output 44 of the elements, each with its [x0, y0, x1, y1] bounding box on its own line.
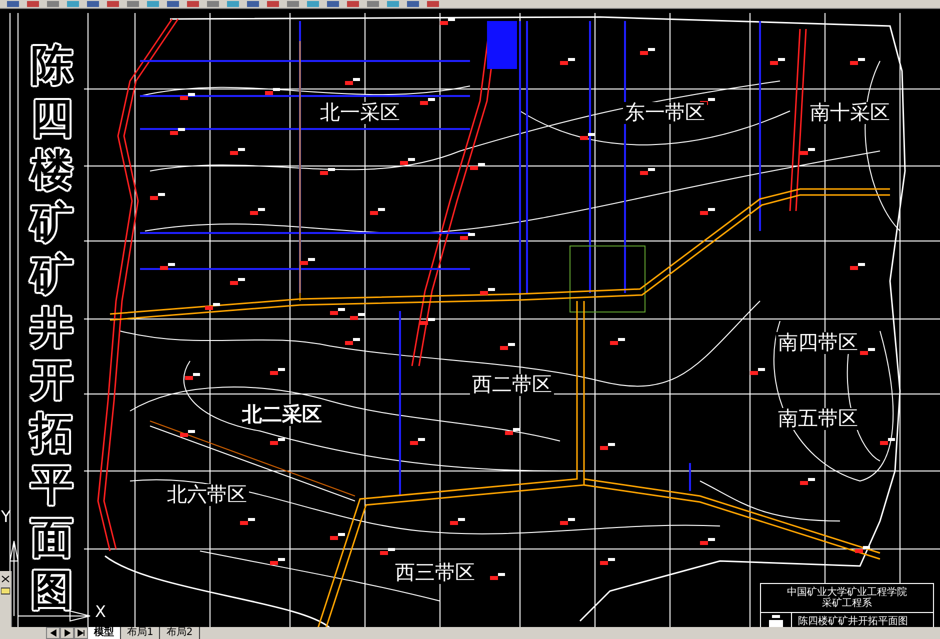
region-label: 南五带区	[776, 408, 860, 430]
toolbar-icon[interactable]	[86, 1, 100, 8]
school-name: 中国矿业大学矿业工程学院	[787, 587, 907, 598]
toolbar-icon[interactable]	[346, 1, 360, 8]
axis-label: X	[95, 604, 106, 620]
tab-scroll-button[interactable]	[60, 627, 74, 639]
region-label: 北一采区	[318, 102, 402, 124]
region-label: 南四带区	[776, 332, 860, 354]
toolbar-icon[interactable]	[406, 1, 420, 8]
layout-tab[interactable]: 模型	[88, 627, 121, 639]
toolbar-icon[interactable]	[306, 1, 320, 8]
toolbar-icon[interactable]	[126, 1, 140, 8]
region-label: 北六带区	[165, 484, 249, 506]
region-label: 南十采区	[808, 102, 892, 124]
toolbar-icon[interactable]	[6, 1, 20, 8]
toolbar-icon[interactable]	[46, 1, 60, 8]
drawing-name: 陈四楼矿矿井开拓平面图	[798, 616, 908, 626]
toolbar-icon[interactable]	[186, 1, 200, 8]
toolbar-icon[interactable]	[66, 1, 80, 8]
region-label: 西三带区	[393, 562, 477, 584]
toolbar-icon[interactable]	[26, 1, 40, 8]
palette-icon[interactable]	[1, 587, 10, 595]
toolbar-icon[interactable]	[326, 1, 340, 8]
drawing-title: 陈四楼矿矿井开拓平面图	[26, 39, 78, 616]
triangle-icon	[76, 629, 86, 637]
toolbar-icon[interactable]	[226, 1, 240, 8]
axis-label: Y	[1, 509, 11, 525]
toolbar-icon[interactable]	[426, 1, 440, 8]
toolbar-icon[interactable]	[206, 1, 220, 8]
toolbar-icon[interactable]	[246, 1, 260, 8]
tab-scroll-button[interactable]	[46, 627, 60, 639]
toolbar-icon[interactable]	[286, 1, 300, 8]
tab-scroll-button[interactable]	[74, 627, 88, 639]
toolbar-icon[interactable]	[386, 1, 400, 8]
toolbar-icon[interactable]	[266, 1, 280, 8]
toolbar-icon[interactable]	[366, 1, 380, 8]
region-label: 北二采区	[240, 404, 324, 426]
region-label: 东一带区	[623, 102, 707, 124]
close-icon[interactable]	[1, 575, 10, 583]
toolbar-icon[interactable]	[166, 1, 180, 8]
toolbar-icon[interactable]	[106, 1, 120, 8]
region-label: 西二带区	[470, 374, 554, 396]
toolbar-icon[interactable]	[146, 1, 160, 8]
department-name: 采矿工程系	[822, 598, 872, 609]
